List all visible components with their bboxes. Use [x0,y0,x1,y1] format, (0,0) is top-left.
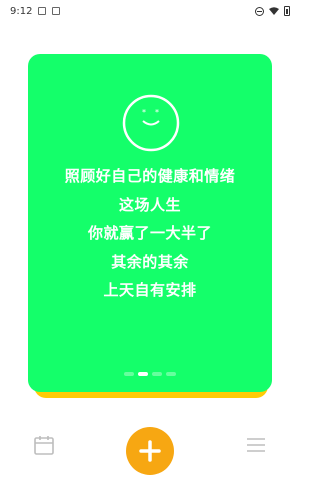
wifi-icon [269,7,279,15]
app-notification-icon [52,7,61,15]
add-button[interactable] [126,427,174,475]
smiley-face-icon: * * [122,94,180,152]
status-time: 9:12 [10,5,33,17]
quote-line: 其余的其余 [111,252,189,271]
quote-line: 这场人生 [118,195,181,214]
page-indicator [0,372,300,376]
page-dot-active[interactable] [138,372,148,376]
battery-icon [284,6,290,16]
menu-icon[interactable] [245,435,267,455]
quote-line: 你就赢了一大半了 [87,224,212,242]
image-notification-icon [38,7,47,15]
quote-text: 照顾好自己的健康和情绪 这场人生 你就赢了一大半了 其余的其余 上天自有安排 [28,162,272,305]
quote-line: 上天自有安排 [103,281,197,299]
bottom-nav [0,420,300,484]
plus-icon [139,440,161,462]
status-bar: 9:12 [0,0,300,22]
svg-text:*: * [155,108,159,117]
quote-line: 照顾好自己的健康和情绪 [64,167,236,185]
calendar-icon[interactable] [32,433,56,457]
page-dot[interactable] [166,372,176,376]
svg-text:*: * [142,108,146,117]
do-not-disturb-icon [255,6,264,16]
page-dot[interactable] [124,372,134,376]
page-dot[interactable] [152,372,162,376]
